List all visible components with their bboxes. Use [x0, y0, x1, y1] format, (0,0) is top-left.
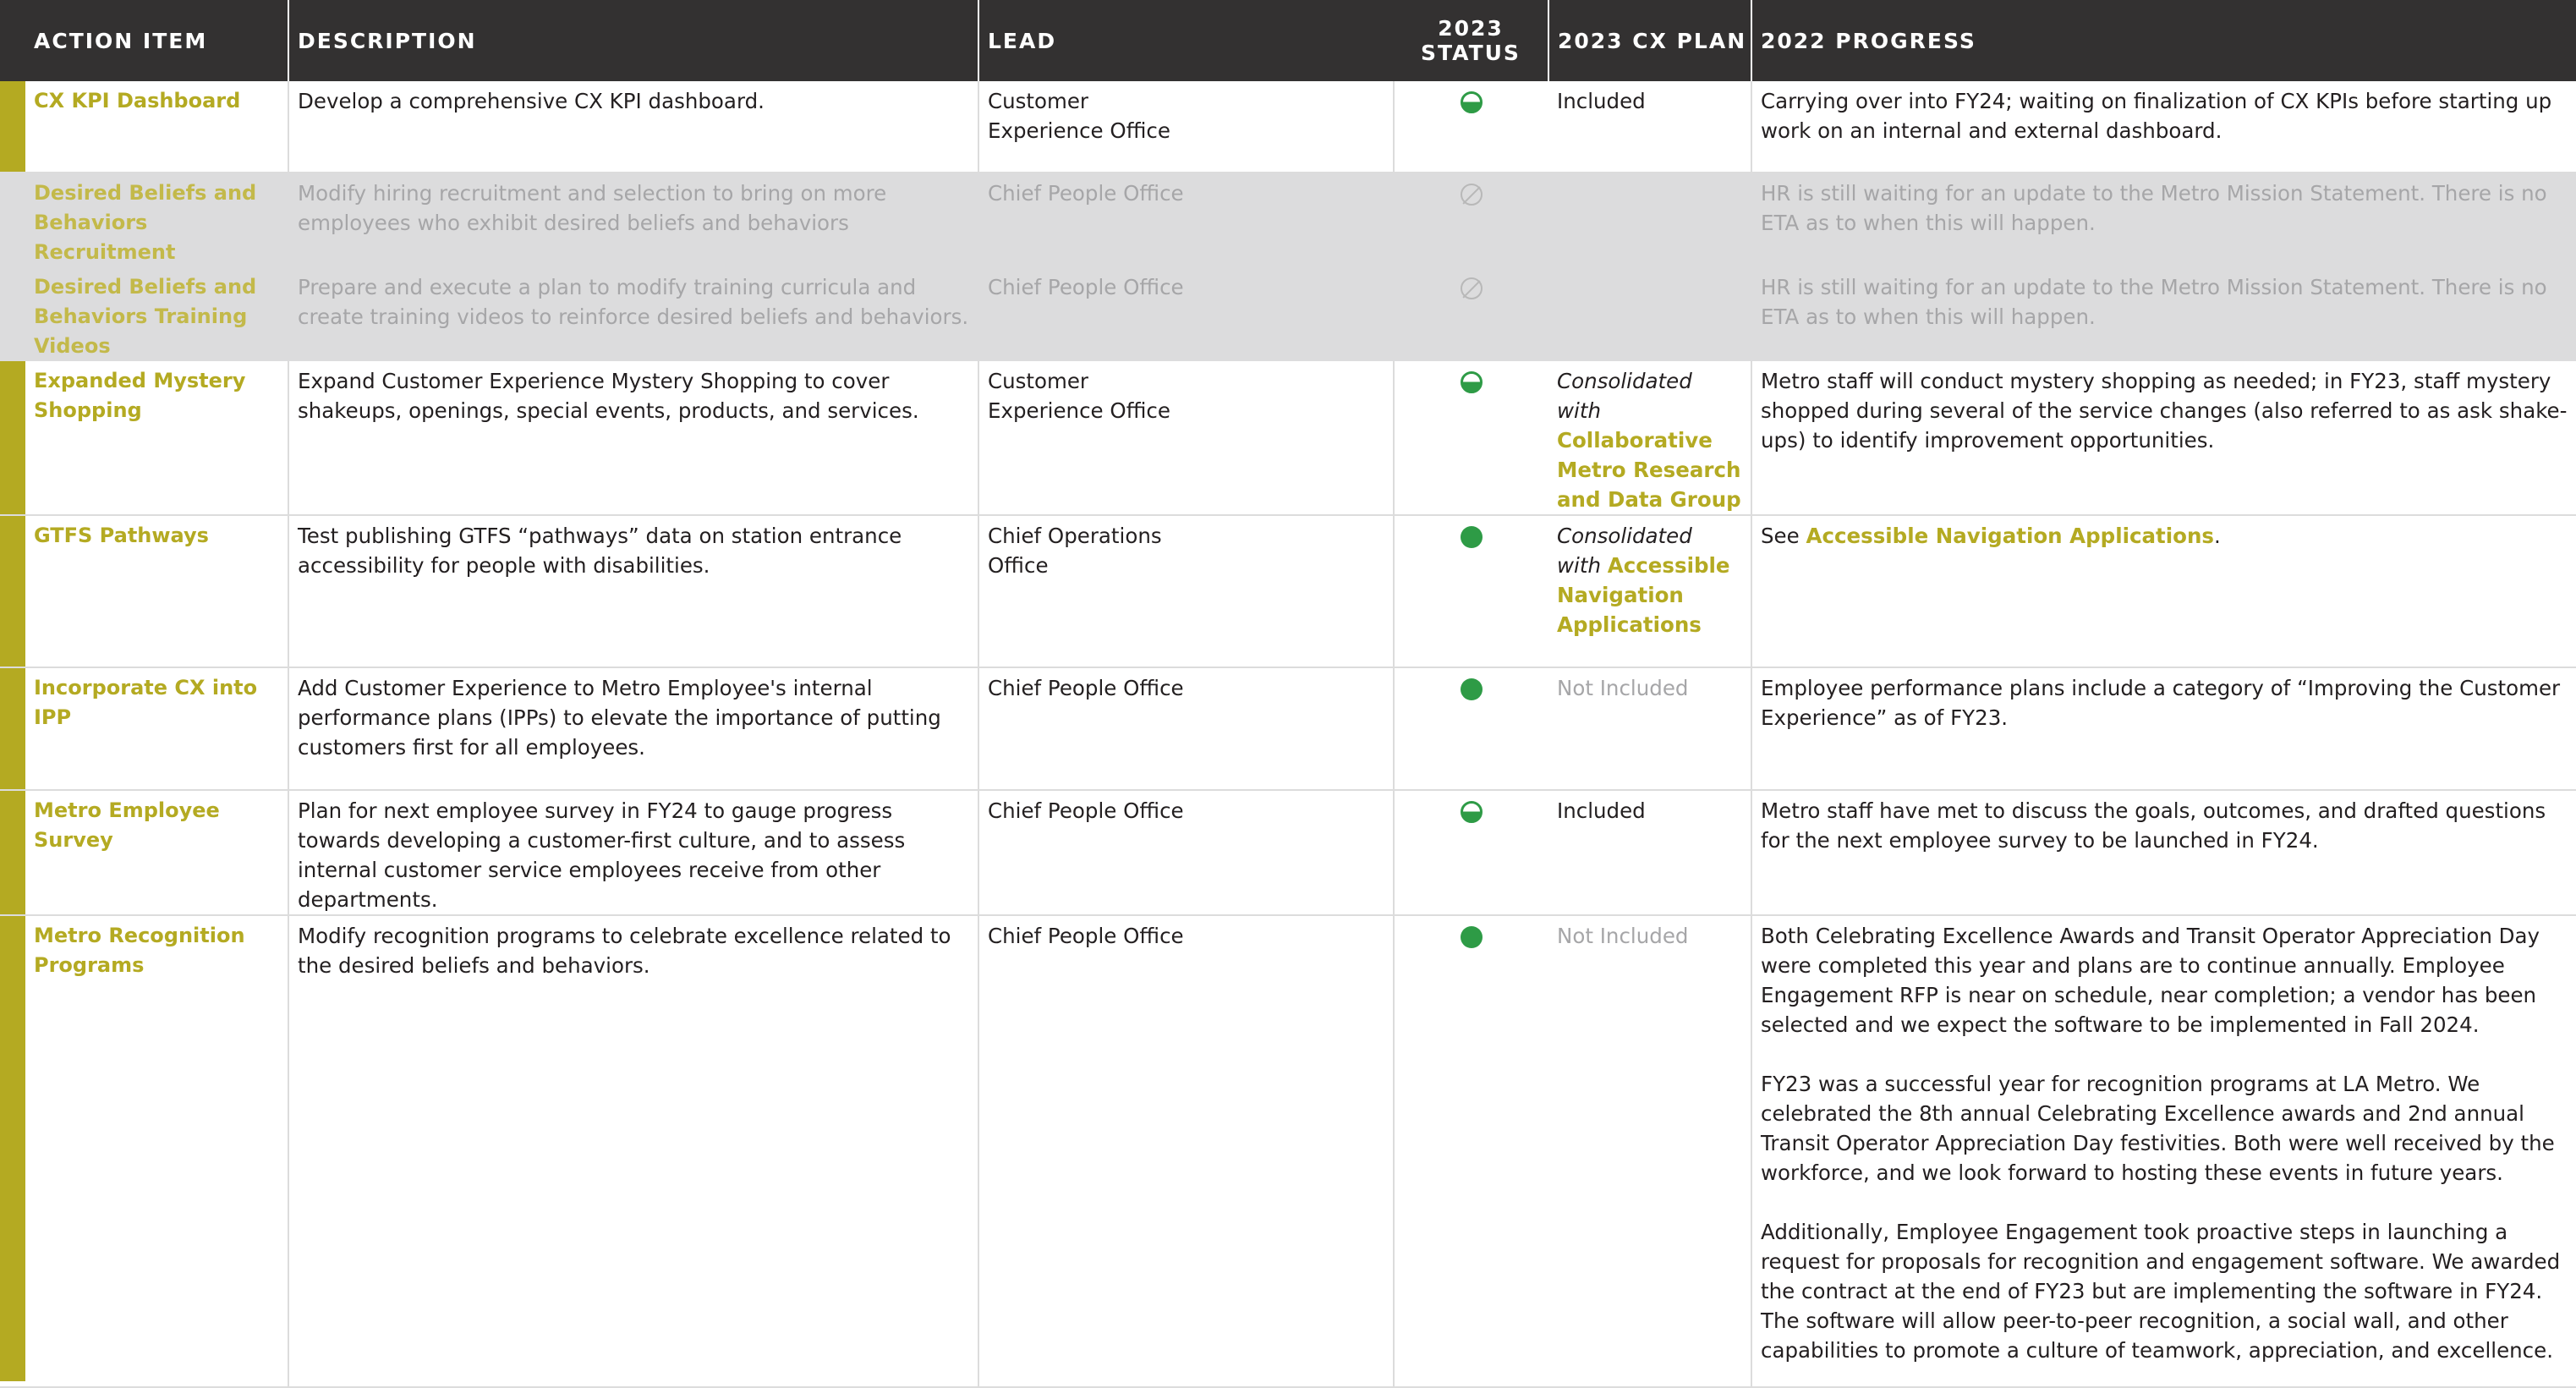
table-row: CX KPI Dashboard Develop a comprehensive… [0, 81, 2576, 173]
not-applicable-icon [1461, 277, 1483, 299]
description-cell: Prepare and execute a plan to modify tra… [288, 267, 979, 361]
cx-action-items-page: ACTION ITEM DESCRIPTION LEAD 2023 STATUS… [0, 0, 2576, 1388]
table-row: Metro Employee Survey Plan for next empl… [0, 790, 2576, 916]
progress-paragraph: Additionally, Employee Engagement took p… [1761, 1220, 2561, 1363]
action-item-cell: Desired Beliefs and Behaviors Training V… [0, 267, 289, 361]
status-cell [1394, 915, 1548, 1388]
plan-cell: Not Included [1548, 667, 1752, 791]
lead-cell: Chief People Office [978, 790, 1395, 916]
progress-cell: Metro staff will conduct mystery shoppin… [1751, 361, 2576, 516]
table-row: GTFS Pathways Test publishing GTFS “path… [0, 515, 2576, 668]
action-item-cell: CX KPI Dashboard [0, 81, 289, 173]
description-cell: Develop a comprehensive CX KPI dashboard… [288, 81, 979, 173]
plan-link[interactable]: Collaborative Metro Research and Data Gr… [1557, 428, 1741, 512]
status-cell [1394, 667, 1548, 791]
progress-cell: HR is still waiting for an update to the… [1751, 173, 2576, 267]
progress-paragraph: Metro staff will conduct mystery shoppin… [1761, 369, 2568, 453]
action-item-cell: Incorporate CX into IPP [0, 667, 289, 791]
progress-cell: HR is still waiting for an update to the… [1751, 267, 2576, 361]
status-cell [1394, 267, 1548, 361]
progress-paragraph: Carrying over into FY24; waiting on fina… [1761, 89, 2552, 143]
plan-prefix: Consolidated with [1557, 369, 1692, 423]
progress-paragraph: HR is still waiting for an update to the… [1761, 181, 2547, 235]
filled-circle-icon [1461, 678, 1483, 700]
lead-cell: Chief People Office [978, 267, 1395, 361]
half-filled-circle-icon [1461, 91, 1483, 113]
description-cell: Modify hiring recruitment and selection … [288, 173, 979, 267]
progress-cell: Carrying over into FY24; waiting on fina… [1751, 81, 2576, 173]
progress-paragraph: Both Celebrating Excellence Awards and T… [1761, 924, 2540, 1037]
progress-cell: See Accessible Navigation Applications. [1751, 515, 2576, 668]
table-header-row: ACTION ITEM DESCRIPTION LEAD 2023 STATUS… [0, 0, 2576, 81]
header-progress: 2022 PROGRESS [1751, 0, 2576, 81]
description-cell: Plan for next employee survey in FY24 to… [288, 790, 979, 916]
progress-paragraph: Metro staff have met to discuss the goal… [1761, 798, 2546, 853]
action-item-cell: Metro Employee Survey [0, 790, 289, 916]
plan-cell [1548, 173, 1752, 267]
progress-cell: Metro staff have met to discuss the goal… [1751, 790, 2576, 916]
lead-text: Customer Experience Office [988, 369, 1170, 423]
action-item-cell: Desired Beliefs and Behaviors Recruitmen… [0, 173, 289, 267]
header-plan: 2023 CX PLAN [1548, 0, 1752, 81]
table-row: Incorporate CX into IPP Add Customer Exp… [0, 667, 2576, 791]
action-items-table: ACTION ITEM DESCRIPTION LEAD 2023 STATUS… [0, 0, 2576, 1388]
plan-cell: Included [1548, 81, 1752, 173]
plan-cell: Included [1548, 790, 1752, 916]
header-description: DESCRIPTION [288, 0, 979, 81]
lead-cell: Chief People Office [978, 667, 1395, 791]
lead-cell: Customer Experience Office [978, 361, 1395, 516]
lead-cell: Chief People Office [978, 173, 1395, 267]
lead-text: Chief Operations Office [988, 524, 1162, 578]
not-applicable-icon [1461, 184, 1483, 206]
progress-cell: Both Celebrating Excellence Awards and T… [1751, 915, 2576, 1388]
header-action-item: ACTION ITEM [0, 0, 289, 81]
status-cell [1394, 173, 1548, 267]
plan-cell: Consolidated with Accessible Navigation … [1548, 515, 1752, 668]
filled-circle-icon [1461, 526, 1483, 548]
description-cell: Modify recognition programs to celebrate… [288, 915, 979, 1388]
progress-suffix: . [2214, 524, 2221, 548]
description-cell: Expand Customer Experience Mystery Shopp… [288, 361, 979, 516]
progress-link[interactable]: Accessible Navigation Applications [1806, 524, 2215, 548]
header-lead: LEAD [978, 0, 1394, 81]
lead-cell: Customer Experience Office [978, 81, 1395, 173]
lead-text: Customer Experience Office [988, 89, 1170, 143]
progress-paragraph: Employee performance plans include a cat… [1761, 676, 2561, 730]
plan-cell: Consolidated with Collaborative Metro Re… [1548, 361, 1752, 516]
action-item-cell: GTFS Pathways [0, 515, 289, 668]
description-cell: Add Customer Experience to Metro Employe… [288, 667, 979, 791]
plan-cell [1548, 267, 1752, 361]
progress-prefix: See [1761, 524, 1800, 548]
progress-paragraph: FY23 was a successful year for recogniti… [1761, 1072, 2555, 1185]
status-cell [1394, 515, 1548, 668]
lead-cell: Chief Operations Office [978, 515, 1395, 668]
status-cell [1394, 790, 1548, 916]
filled-circle-icon [1461, 926, 1483, 948]
table-row: Metro Recognition Programs Modify recogn… [0, 915, 2576, 1388]
half-filled-circle-icon [1461, 371, 1483, 393]
description-cell: Test publishing GTFS “pathways” data on … [288, 515, 979, 668]
action-item-cell: Metro Recognition Programs [0, 915, 289, 1388]
table-row: Expanded Mystery Shopping Expand Custome… [0, 361, 2576, 516]
table-row: Desired Beliefs and Behaviors Training V… [0, 267, 2576, 361]
table-row: Desired Beliefs and Behaviors Recruitmen… [0, 173, 2576, 267]
plan-cell: Not Included [1548, 915, 1752, 1388]
progress-cell: Employee performance plans include a cat… [1751, 667, 2576, 791]
lead-cell: Chief People Office [978, 915, 1395, 1388]
progress-paragraph: HR is still waiting for an update to the… [1761, 275, 2547, 329]
header-status: 2023 STATUS [1394, 0, 1549, 81]
action-item-cell: Expanded Mystery Shopping [0, 361, 289, 516]
status-cell [1394, 361, 1548, 516]
half-filled-circle-icon [1461, 801, 1483, 823]
status-cell [1394, 81, 1548, 173]
